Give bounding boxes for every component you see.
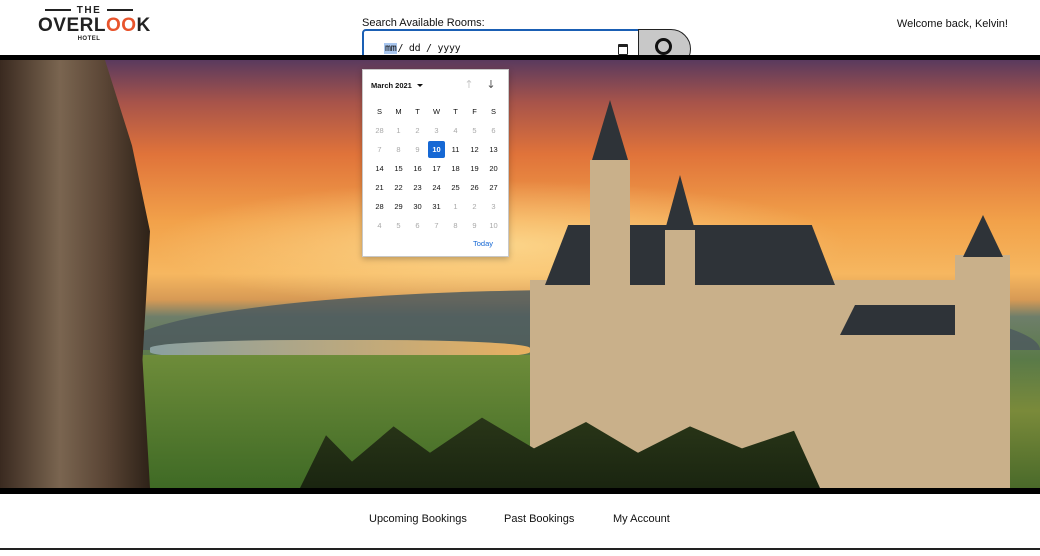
logo-bar-left <box>44 9 71 11</box>
calendar-day[interactable]: 17 <box>427 159 446 178</box>
hero-image <box>0 60 1040 488</box>
calendar-day[interactable]: 19 <box>465 159 484 178</box>
calendar-day[interactable]: 6 <box>484 121 503 140</box>
chevron-down-icon[interactable] <box>417 84 423 87</box>
calendar-icon[interactable] <box>618 44 628 55</box>
logo-the: THE <box>76 4 102 16</box>
calendar-day[interactable]: 11 <box>446 140 465 159</box>
nav-upcoming-bookings[interactable]: Upcoming Bookings <box>369 513 467 525</box>
calendar-day[interactable]: 31 <box>427 197 446 216</box>
calendar-day[interactable]: 28 <box>370 121 389 140</box>
hotel-logo[interactable]: THE OVERLOOK HOTEL <box>38 4 150 48</box>
date-picker-popup: March 2021 ↑ ↓ S M T W T F S 28 1 2 3 4 5 6 7 8 9 10 11 12 1… <box>362 69 509 257</box>
nav-past-bookings[interactable]: Past Bookings <box>504 513 574 525</box>
weekday-header: T <box>453 107 458 116</box>
calendar-day[interactable]: 22 <box>389 178 408 197</box>
calendar-day[interactable]: 29 <box>389 197 408 216</box>
hero-cliff <box>0 60 150 488</box>
hero-castle <box>520 80 1040 488</box>
calendar-day[interactable]: 8 <box>446 216 465 235</box>
weekday-header: W <box>432 107 441 116</box>
calendar-day[interactable]: 15 <box>389 159 408 178</box>
logo-bar-right <box>107 9 134 11</box>
calendar-day[interactable]: 8 <box>389 140 408 159</box>
arrow-down-icon[interactable]: ↓ <box>485 79 497 91</box>
logo-name-oo: OO <box>105 15 137 36</box>
search-label: Search Available Rooms: <box>362 17 485 29</box>
calendar-day[interactable]: 2 <box>465 197 484 216</box>
logo-name-part: K <box>136 15 151 36</box>
calendar-month-label[interactable]: March 2021 <box>371 81 412 90</box>
calendar-day[interactable]: 5 <box>465 121 484 140</box>
calendar-day[interactable]: 14 <box>370 159 389 178</box>
calendar-day[interactable]: 5 <box>389 216 408 235</box>
weekday-header: S <box>376 107 382 116</box>
date-month-segment[interactable]: mm <box>384 43 398 54</box>
logo-name: OVERLOOK <box>38 15 150 36</box>
calendar-day[interactable]: 6 <box>408 216 427 235</box>
calendar-day[interactable]: 12 <box>465 140 484 159</box>
calendar-day[interactable]: 28 <box>370 197 389 216</box>
calendar-day[interactable]: 7 <box>427 216 446 235</box>
nav-my-account[interactable]: My Account <box>613 513 670 525</box>
weekday-header: S <box>490 107 496 116</box>
calendar-grid: S M T W T F S 28 1 2 3 4 5 6 7 8 9 10 11 12 13 14 15 16 17 18 19 20… <box>370 102 503 235</box>
weekday-header: M <box>395 107 402 116</box>
date-rest-segment[interactable]: / dd / yyyy <box>397 43 460 54</box>
weekday-header: T <box>415 107 420 116</box>
logo-name-part: OVERL <box>38 15 106 36</box>
calendar-day[interactable]: 4 <box>370 216 389 235</box>
calendar-day[interactable]: 24 <box>427 178 446 197</box>
search-icon <box>655 38 672 55</box>
calendar-day[interactable]: 4 <box>446 121 465 140</box>
calendar-day-selected[interactable]: 10 <box>428 141 445 158</box>
calendar-day[interactable]: 30 <box>408 197 427 216</box>
calendar-day[interactable]: 10 <box>484 216 503 235</box>
calendar-day[interactable]: 20 <box>484 159 503 178</box>
calendar-day[interactable]: 2 <box>408 121 427 140</box>
calendar-day[interactable]: 16 <box>408 159 427 178</box>
today-button[interactable]: Today <box>473 239 493 248</box>
calendar-day[interactable]: 9 <box>465 216 484 235</box>
date-input-value[interactable]: mm/ dd / yyyy <box>384 43 461 54</box>
calendar-day[interactable]: 7 <box>370 140 389 159</box>
calendar-day[interactable]: 9 <box>408 140 427 159</box>
calendar-day[interactable]: 25 <box>446 178 465 197</box>
calendar-day[interactable]: 23 <box>408 178 427 197</box>
calendar-day[interactable]: 1 <box>446 197 465 216</box>
calendar-day[interactable]: 26 <box>465 178 484 197</box>
header: THE OVERLOOK HOTEL Search Available Room… <box>0 0 1040 69</box>
calendar-day[interactable]: 27 <box>484 178 503 197</box>
calendar-day[interactable]: 3 <box>484 197 503 216</box>
arrow-up-icon[interactable]: ↑ <box>463 79 475 91</box>
calendar-day[interactable]: 21 <box>370 178 389 197</box>
footer-divider <box>0 548 1040 550</box>
weekday-header: F <box>472 107 477 116</box>
calendar-day[interactable]: 1 <box>389 121 408 140</box>
calendar-day[interactable]: 18 <box>446 159 465 178</box>
calendar-day[interactable]: 13 <box>484 140 503 159</box>
footer-nav: Upcoming Bookings Past Bookings My Accou… <box>0 494 1040 549</box>
welcome-message: Welcome back, Kelvin! <box>896 18 1008 30</box>
logo-hotel: HOTEL <box>77 36 101 42</box>
calendar-day[interactable]: 3 <box>427 121 446 140</box>
